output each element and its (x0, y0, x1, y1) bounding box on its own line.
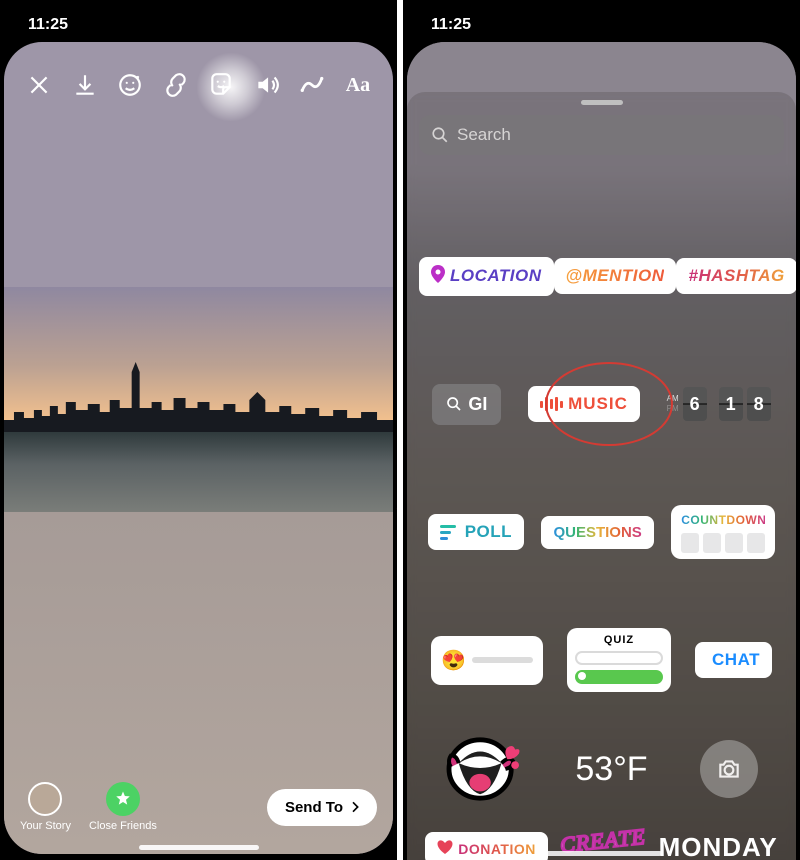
chat-sticker[interactable]: CHAT (695, 642, 772, 678)
mention-label: @MENTION (566, 266, 665, 286)
temperature-sticker[interactable]: 53°F (575, 750, 647, 789)
quiz-label: QUIZ (575, 634, 663, 646)
search-icon (446, 396, 462, 412)
story-editor-screen: 11:25 (0, 0, 397, 860)
sticker-search[interactable]: Search (419, 115, 784, 155)
sticker-row: GI MUSIC AM PM 6 (419, 340, 784, 468)
water (4, 432, 393, 512)
chat-label: CHAT (712, 650, 760, 670)
clock-digit: 8 (747, 387, 771, 421)
status-bar: 11:25 (403, 0, 800, 42)
send-to-label: Send To (285, 799, 343, 816)
sound-button[interactable] (248, 66, 286, 104)
ampm-indicator: AM PM (667, 395, 679, 413)
sticker-row: 😍 QUIZ CHAT (419, 596, 784, 724)
avatar (28, 782, 62, 816)
sticker-sheet[interactable]: Search LOCATION @MENTION #HASHTAG (407, 92, 796, 860)
editor-toolbar: Aa (4, 66, 393, 104)
story-canvas[interactable]: Aa Your Story Close Friends Send To (4, 42, 393, 854)
hashtag-sticker[interactable]: #HASHTAG (676, 258, 796, 294)
countdown-sticker[interactable]: COUNTDOWN (671, 505, 775, 559)
location-label: LOCATION (450, 266, 542, 286)
day-sticker[interactable]: MONDAY (659, 832, 778, 860)
gif-label: GI (468, 394, 487, 415)
skyline-silhouette (4, 362, 393, 442)
status-time: 11:25 (431, 16, 471, 34)
star-icon (106, 782, 140, 816)
sticker-tray-screen: 11:25 Search LOCATION (403, 0, 800, 860)
heart-icon (437, 840, 453, 857)
sticker-grid: LOCATION @MENTION #HASHTAG GI (407, 212, 796, 860)
chevron-right-icon (347, 799, 363, 815)
clock-digit: 6 (683, 387, 707, 421)
quiz-option (575, 651, 663, 665)
close-button[interactable] (20, 66, 58, 104)
quiz-option-correct (575, 670, 663, 684)
time-sticker[interactable]: AM PM 6 1 8 (667, 387, 771, 421)
sticker-row: 53°F (419, 724, 784, 814)
effects-button[interactable] (111, 66, 149, 104)
text-button[interactable]: Aa (339, 66, 377, 104)
music-sticker[interactable]: MUSIC (528, 386, 640, 422)
emoji-icon: 😍 (441, 648, 466, 673)
sticker-row: POLL QUESTIONS COUNTDOWN (419, 468, 784, 596)
close-friends-label: Close Friends (89, 820, 157, 832)
countdown-label: COUNTDOWN (681, 513, 765, 527)
questions-sticker[interactable]: QUESTIONS (541, 516, 653, 549)
close-friends-button[interactable]: Close Friends (89, 782, 157, 832)
search-placeholder: Search (457, 125, 511, 145)
camera-icon (716, 756, 742, 782)
emoji-slider-sticker[interactable]: 😍 (431, 636, 543, 685)
your-story-button[interactable]: Your Story (20, 782, 71, 832)
quiz-sticker[interactable]: QUIZ (567, 628, 671, 692)
shoutout-sticker[interactable] (445, 734, 523, 804)
donation-label: DONATION (458, 841, 536, 857)
your-story-label: Your Story (20, 820, 71, 832)
status-time: 11:25 (28, 16, 68, 34)
poll-label: POLL (465, 522, 512, 542)
home-indicator (542, 851, 662, 856)
questions-label: QUESTIONS (553, 524, 641, 541)
gif-sticker[interactable]: GI (432, 384, 501, 425)
pin-icon (431, 265, 445, 288)
slider-track (472, 657, 533, 663)
clock-digit: 1 (719, 387, 743, 421)
location-sticker[interactable]: LOCATION (419, 257, 554, 296)
draw-button[interactable] (293, 66, 331, 104)
save-button[interactable] (66, 66, 104, 104)
home-indicator (139, 845, 259, 850)
poll-sticker[interactable]: POLL (428, 514, 524, 550)
link-button[interactable] (157, 66, 195, 104)
camera-sticker[interactable] (700, 740, 758, 798)
donation-sticker[interactable]: DONATION (425, 832, 548, 860)
search-icon (431, 126, 449, 144)
music-label: MUSIC (568, 394, 628, 414)
mention-sticker[interactable]: @MENTION (554, 258, 677, 294)
send-to-button[interactable]: Send To (267, 789, 377, 826)
music-bars-icon (540, 397, 563, 411)
sheet-grabber[interactable] (581, 100, 623, 105)
share-bar: Your Story Close Friends Send To (4, 782, 393, 832)
sticker-row: LOCATION @MENTION #HASHTAG (419, 212, 784, 340)
status-bar: 11:25 (0, 0, 397, 42)
poll-icon (440, 525, 456, 540)
sticker-tray: Search LOCATION @MENTION #HASHTAG (407, 42, 796, 860)
countdown-blocks (681, 533, 765, 553)
sticker-button[interactable] (202, 66, 240, 104)
hashtag-label: #HASHTAG (688, 266, 784, 286)
